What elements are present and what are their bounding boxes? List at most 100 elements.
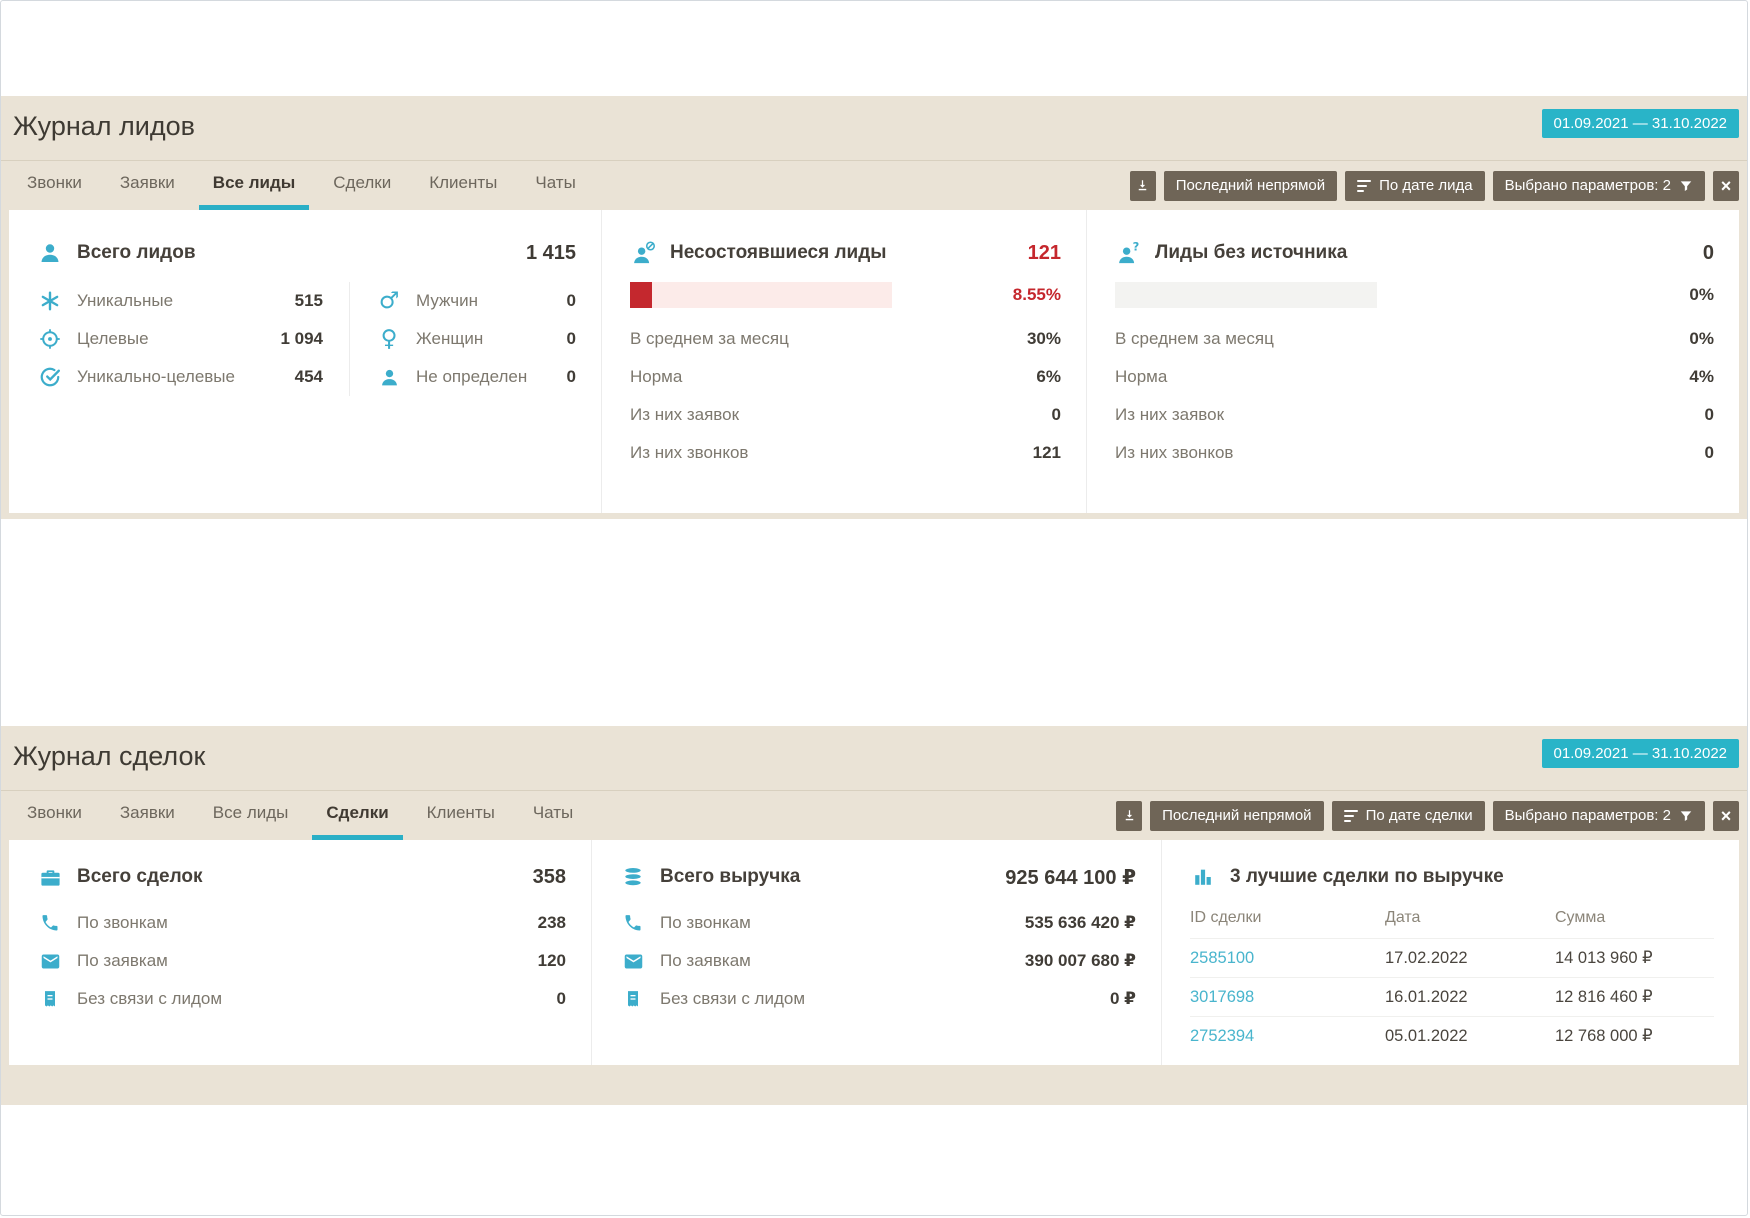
stat-value: 1 094 [280, 329, 323, 348]
stat-row-female: ♀ Женщин 0 [376, 320, 576, 358]
stat-label: Норма [1115, 367, 1168, 386]
stat-label: По заявкам [660, 951, 751, 970]
stat-label: Женщин [416, 329, 484, 348]
stat-row-by-requests: По заявкам 120 [37, 942, 566, 980]
stat-row-unique-target: Уникально-целевые 454 [37, 358, 323, 396]
total-leads-breakdown: Уникальные 515 Целевые 1 094 Уникально-ц… [37, 282, 576, 396]
briefcase-icon [37, 864, 63, 890]
failed-rate-bar-track [630, 282, 892, 308]
stat-label: Из них звонков [630, 443, 749, 462]
svg-text:?: ? [1132, 241, 1139, 253]
stat-label: Целевые [77, 329, 149, 348]
tab-chats[interactable]: Чаты [519, 791, 587, 840]
deal-id-link[interactable]: 3017698 [1190, 988, 1254, 1006]
failed-leads-value: 121 [1027, 241, 1061, 264]
total-deals-value: 358 [532, 865, 566, 888]
stat-label: Уникально-целевые [77, 367, 235, 386]
failed-rate-bar-row: 8.55% [630, 282, 1061, 308]
stat-label: По звонкам [660, 913, 751, 932]
deals-tabs: Звонки Заявки Все лиды Сделки Клиенты Ча… [1, 791, 597, 840]
filter-params-label: Выбрано параметров: 2 [1504, 807, 1671, 824]
leads-card: Всего лидов 1 415 Уникальные 515 Целевые… [9, 210, 1739, 513]
deal-date: 16.01.2022 [1385, 987, 1468, 1006]
tab-all-leads[interactable]: Все лиды [198, 161, 310, 210]
sort-button[interactable]: По дате сделки [1331, 800, 1485, 831]
total-revenue-column: Всего выручка 925 644 100 ₽ По звонкам 5… [591, 840, 1161, 1065]
phone-icon [620, 910, 646, 936]
stat-row: Из них звонков 121 [630, 434, 1061, 472]
attribution-model-button[interactable]: Последний непрямой [1163, 170, 1338, 201]
total-leads-title: Всего лидов [77, 242, 196, 263]
stat-label: Мужчин [416, 291, 478, 310]
deal-id-link[interactable]: 2585100 [1190, 949, 1254, 967]
deal-amount: 12 768 000 ₽ [1555, 1027, 1653, 1045]
tab-all-leads[interactable]: Все лиды [199, 791, 303, 840]
stat-value: 0 [1051, 405, 1061, 424]
page: Журнал лидов 01.09.2021 — 31.10.2022 Зво… [0, 0, 1748, 1216]
leads-header: Журнал лидов 01.09.2021 — 31.10.2022 [1, 96, 1747, 161]
unique-target-icon [37, 364, 63, 390]
no-source-rows: В среднем за месяц 0% Норма 4% Из них за… [1115, 320, 1714, 472]
close-filter-button[interactable]: × [1713, 170, 1739, 201]
stat-row-no-lead: Без связи с лидом 0 ₽ [620, 980, 1136, 1018]
attribution-model-button[interactable]: Последний непрямой [1150, 800, 1324, 831]
page-title: Журнал лидов [13, 111, 195, 141]
table-row: 2752394 05.01.2022 12 768 000 ₽ [1190, 1016, 1714, 1055]
coins-icon [620, 864, 646, 890]
receipt-icon [37, 986, 63, 1012]
stat-value: 454 [294, 367, 323, 386]
no-source-header: ? Лиды без источника 0 [1115, 240, 1714, 266]
filter-params-button[interactable]: Выбрано параметров: 2 [1492, 800, 1705, 831]
page-title: Журнал сделок [13, 741, 206, 771]
stat-label: Без связи с лидом [77, 989, 223, 1008]
sort-icon [1357, 179, 1372, 192]
tab-calls[interactable]: Звонки [13, 791, 96, 840]
stat-row-no-lead: Без связи с лидом 0 [37, 980, 566, 1018]
tab-requests[interactable]: Заявки [106, 791, 189, 840]
filter-funnel-icon [1679, 178, 1693, 194]
export-button[interactable] [1129, 170, 1156, 201]
stat-value: 0% [1689, 329, 1714, 348]
tab-clients[interactable]: Клиенты [415, 161, 511, 210]
person-cancel-icon [630, 240, 656, 266]
tab-deals[interactable]: Сделки [312, 791, 403, 840]
total-leads-column: Всего лидов 1 415 Уникальные 515 Целевые… [9, 210, 601, 513]
tab-calls[interactable]: Звонки [13, 161, 96, 210]
leads-tabs: Звонки Заявки Все лиды Сделки Клиенты Ча… [1, 161, 600, 210]
export-button[interactable] [1116, 800, 1143, 831]
stat-value: 120 [537, 951, 566, 970]
total-leads-header: Всего лидов 1 415 [37, 240, 576, 266]
deal-id-link[interactable]: 2752394 [1190, 1027, 1254, 1045]
receipt-icon [620, 986, 646, 1012]
date-range-badge[interactable]: 01.09.2021 — 31.10.2022 [1541, 109, 1739, 138]
close-icon: × [1720, 805, 1732, 826]
column-header-sum: Сумма [1555, 909, 1606, 926]
table-row: 2585100 17.02.2022 14 013 960 ₽ [1190, 938, 1714, 977]
stat-value: 4% [1689, 367, 1714, 386]
sort-button[interactable]: По дате лида [1345, 170, 1485, 201]
stat-row-target: Целевые 1 094 [37, 320, 323, 358]
stat-row-unique: Уникальные 515 [37, 282, 323, 320]
stat-value: 0 [1704, 443, 1714, 462]
stat-row: Из них заявок 0 [630, 396, 1061, 434]
stat-row: В среднем за месяц 0% [1115, 320, 1714, 358]
tab-deals[interactable]: Сделки [319, 161, 405, 210]
mail-icon [620, 948, 646, 974]
close-icon: × [1720, 175, 1732, 196]
date-range-badge[interactable]: 01.09.2021 — 31.10.2022 [1541, 739, 1739, 768]
failed-leads-title: Несостоявшиеся лиды [670, 242, 887, 263]
stat-value: 30% [1026, 329, 1061, 348]
leads-type-breakdown: Уникальные 515 Целевые 1 094 Уникально-ц… [37, 282, 350, 396]
filter-params-button[interactable]: Выбрано параметров: 2 [1492, 170, 1705, 201]
stat-label: Из них заявок [1115, 405, 1225, 424]
total-deals-column: Всего сделок 358 По звонкам 238 По заявк… [9, 840, 591, 1065]
target-icon [37, 326, 63, 352]
deals-toolbar: Последний непрямой По дате сделки Выбран… [1116, 791, 1747, 840]
tab-requests[interactable]: Заявки [106, 161, 189, 210]
close-filter-button[interactable]: × [1713, 800, 1739, 831]
tab-clients[interactable]: Клиенты [413, 791, 509, 840]
stat-value: 121 [1032, 443, 1061, 462]
tab-chats[interactable]: Чаты [521, 161, 589, 210]
leads-journal: Журнал лидов 01.09.2021 — 31.10.2022 Зво… [1, 96, 1747, 519]
deal-date: 05.01.2022 [1385, 1026, 1468, 1045]
